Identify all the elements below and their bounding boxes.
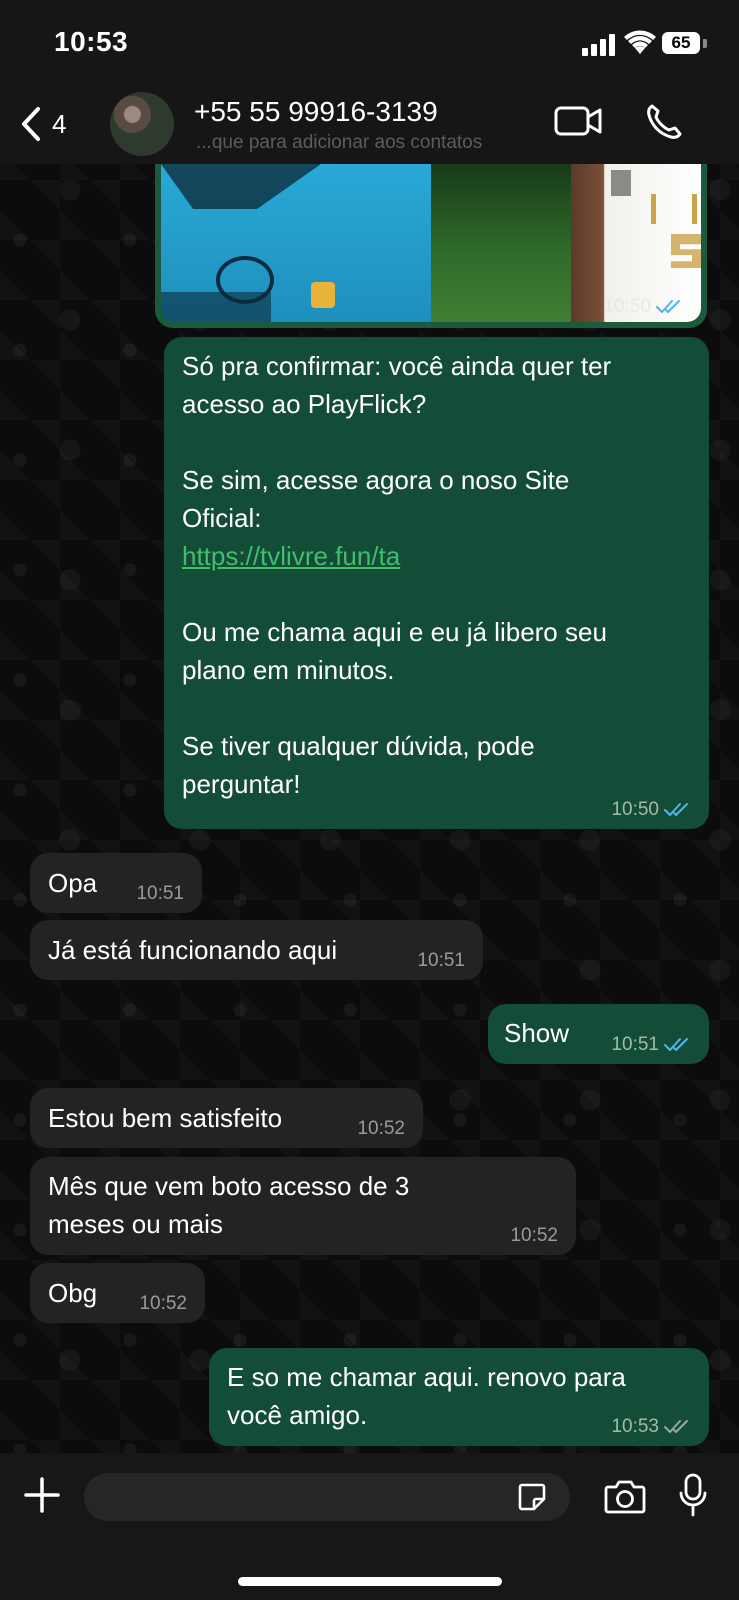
outgoing-message[interactable]: E so me chamar aqui. renovo para você am…	[209, 1348, 709, 1446]
site-link[interactable]: https://tvlivre.fun/ta	[182, 541, 400, 571]
message-text: Mês que vem boto acesso de 3 meses ou ma…	[48, 1171, 410, 1239]
read-receipt-icon	[663, 802, 691, 818]
unread-count: 4	[52, 108, 67, 139]
back-button[interactable]: 4	[20, 104, 66, 144]
message-text: Opa	[48, 868, 98, 898]
message-text: Ou me chama aqui e eu já libero seu plan…	[182, 617, 607, 799]
avatar[interactable]	[110, 92, 174, 156]
composer-bar	[0, 1453, 739, 1600]
message-text: Já está funcionando aqui	[48, 935, 338, 965]
plus-icon[interactable]	[22, 1475, 62, 1515]
contact-subtitle: ...que para adicionar aos contatos	[196, 132, 483, 153]
message-text: E so me chamar aqui. renovo para você am…	[227, 1362, 626, 1430]
battery-level: 65	[662, 32, 700, 54]
phone-icon[interactable]	[644, 102, 684, 142]
battery-icon: 65	[662, 32, 708, 56]
message-time: 10:50	[611, 799, 659, 820]
cellular-signal-icon	[582, 34, 616, 56]
microphone-icon[interactable]	[678, 1473, 708, 1517]
outgoing-message[interactable]: Só pra confirmar: você ainda quer ter ac…	[164, 337, 709, 829]
message-time: 10:52	[357, 1118, 405, 1139]
incoming-message[interactable]: Já está funcionando aqui 10:51	[30, 920, 483, 980]
status-bar: 10:53 65	[0, 0, 739, 90]
camera-icon[interactable]	[604, 1477, 646, 1515]
delivered-receipt-icon	[663, 1419, 691, 1435]
outgoing-message[interactable]: Show 10:51	[488, 1004, 709, 1064]
image-message[interactable]: 10:50	[155, 164, 707, 328]
chat-header: 4 +55 55 99916-3139 ...que para adiciona…	[0, 90, 739, 164]
read-receipt-icon	[655, 299, 683, 315]
contact-name[interactable]: +55 55 99916-3139	[194, 96, 438, 128]
message-time: 10:52	[139, 1293, 187, 1314]
video-camera-icon[interactable]	[554, 104, 602, 138]
message-input[interactable]	[84, 1473, 570, 1521]
status-time: 10:53	[54, 26, 129, 57]
sticker-icon[interactable]	[516, 1481, 548, 1513]
incoming-message[interactable]: Mês que vem boto acesso de 3 meses ou ma…	[30, 1157, 576, 1255]
home-indicator[interactable]	[238, 1577, 502, 1586]
back-chevron-icon	[22, 107, 40, 141]
incoming-message[interactable]: Obg 10:52	[30, 1263, 205, 1323]
message-text: Estou bem satisfeito	[48, 1103, 283, 1133]
message-time: 10:51	[136, 883, 184, 904]
message-time: 10:52	[510, 1225, 558, 1246]
message-text: Só pra confirmar: você ainda quer ter ac…	[182, 351, 612, 533]
incoming-message[interactable]: Opa 10:51	[30, 853, 202, 913]
message-text: Show	[504, 1018, 570, 1048]
wifi-icon	[624, 30, 656, 54]
message-time: 10:53	[611, 1416, 659, 1437]
message-time: 10:51	[611, 1034, 659, 1055]
message-text: Obg	[48, 1278, 98, 1308]
message-time: 10:51	[417, 950, 465, 971]
read-receipt-icon	[663, 1037, 691, 1053]
message-time: 10:50	[603, 296, 651, 317]
incoming-message[interactable]: Estou bem satisfeito 10:52	[30, 1088, 423, 1148]
